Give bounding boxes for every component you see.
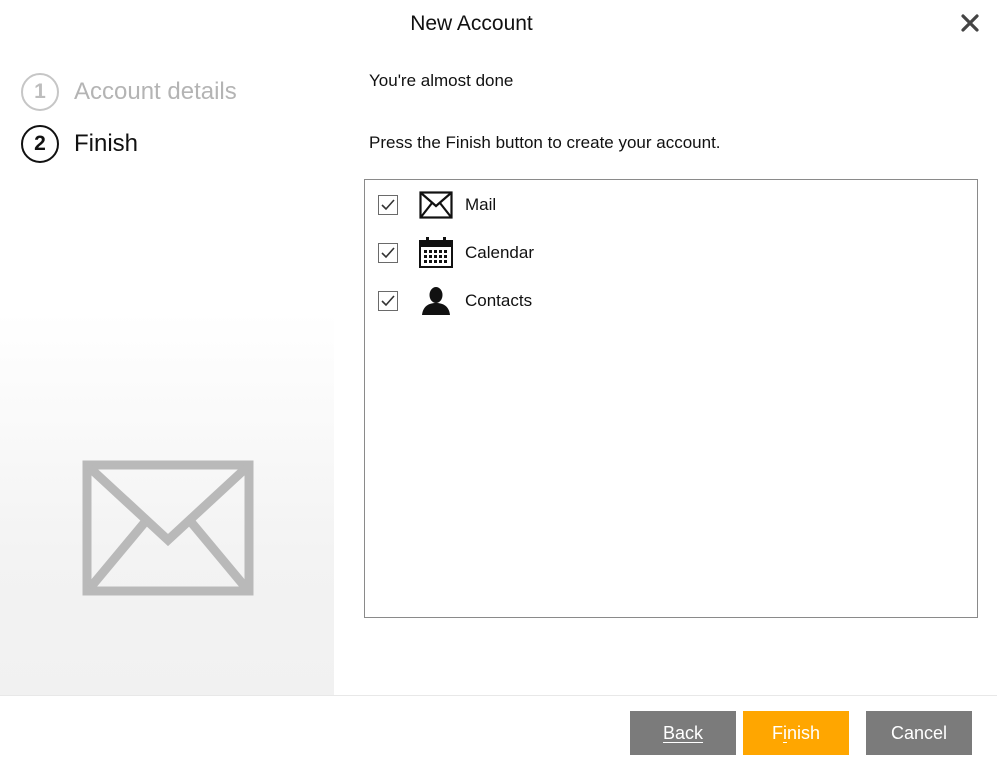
step-finish: 2 Finish [21, 125, 138, 163]
close-button[interactable] [956, 9, 984, 37]
service-mail[interactable]: Mail [378, 190, 496, 220]
checkmark-icon [381, 199, 395, 211]
checkmark-icon [381, 295, 395, 307]
contacts-checkbox[interactable] [378, 291, 398, 311]
step-number: 2 [21, 125, 59, 163]
step-label: Finish [74, 130, 139, 157]
service-label: Calendar [465, 243, 534, 262]
finish-button-label: Finish [771, 722, 821, 743]
step-label: Account details [74, 78, 237, 105]
close-icon [961, 14, 979, 32]
back-button[interactable]: Back [630, 711, 736, 755]
mail-checkbox[interactable] [378, 195, 398, 215]
step-number: 1 [21, 73, 59, 111]
step-account-details: 1 Account details [21, 73, 237, 111]
finish-button[interactable]: Finish [743, 711, 849, 755]
service-label: Mail [465, 195, 497, 214]
service-calendar[interactable]: Calendar [378, 237, 534, 268]
calendar-icon [418, 237, 454, 268]
envelope-icon [418, 190, 454, 220]
window-title: New Account [410, 12, 533, 35]
person-icon [418, 286, 454, 316]
cancel-button-label: Cancel [890, 722, 948, 743]
back-button-label: Back [662, 722, 704, 743]
page-heading: You're almost done [369, 71, 514, 90]
services-list: Mail Calendar Contacts [364, 179, 978, 618]
calendar-checkbox[interactable] [378, 243, 398, 263]
service-label: Contacts [465, 291, 533, 310]
service-contacts[interactable]: Contacts [378, 286, 532, 316]
instruction-text: Press the Finish button to create your a… [369, 133, 721, 152]
cancel-button[interactable]: Cancel [866, 711, 972, 755]
large-envelope-icon [82, 460, 254, 596]
checkmark-icon [381, 247, 395, 259]
